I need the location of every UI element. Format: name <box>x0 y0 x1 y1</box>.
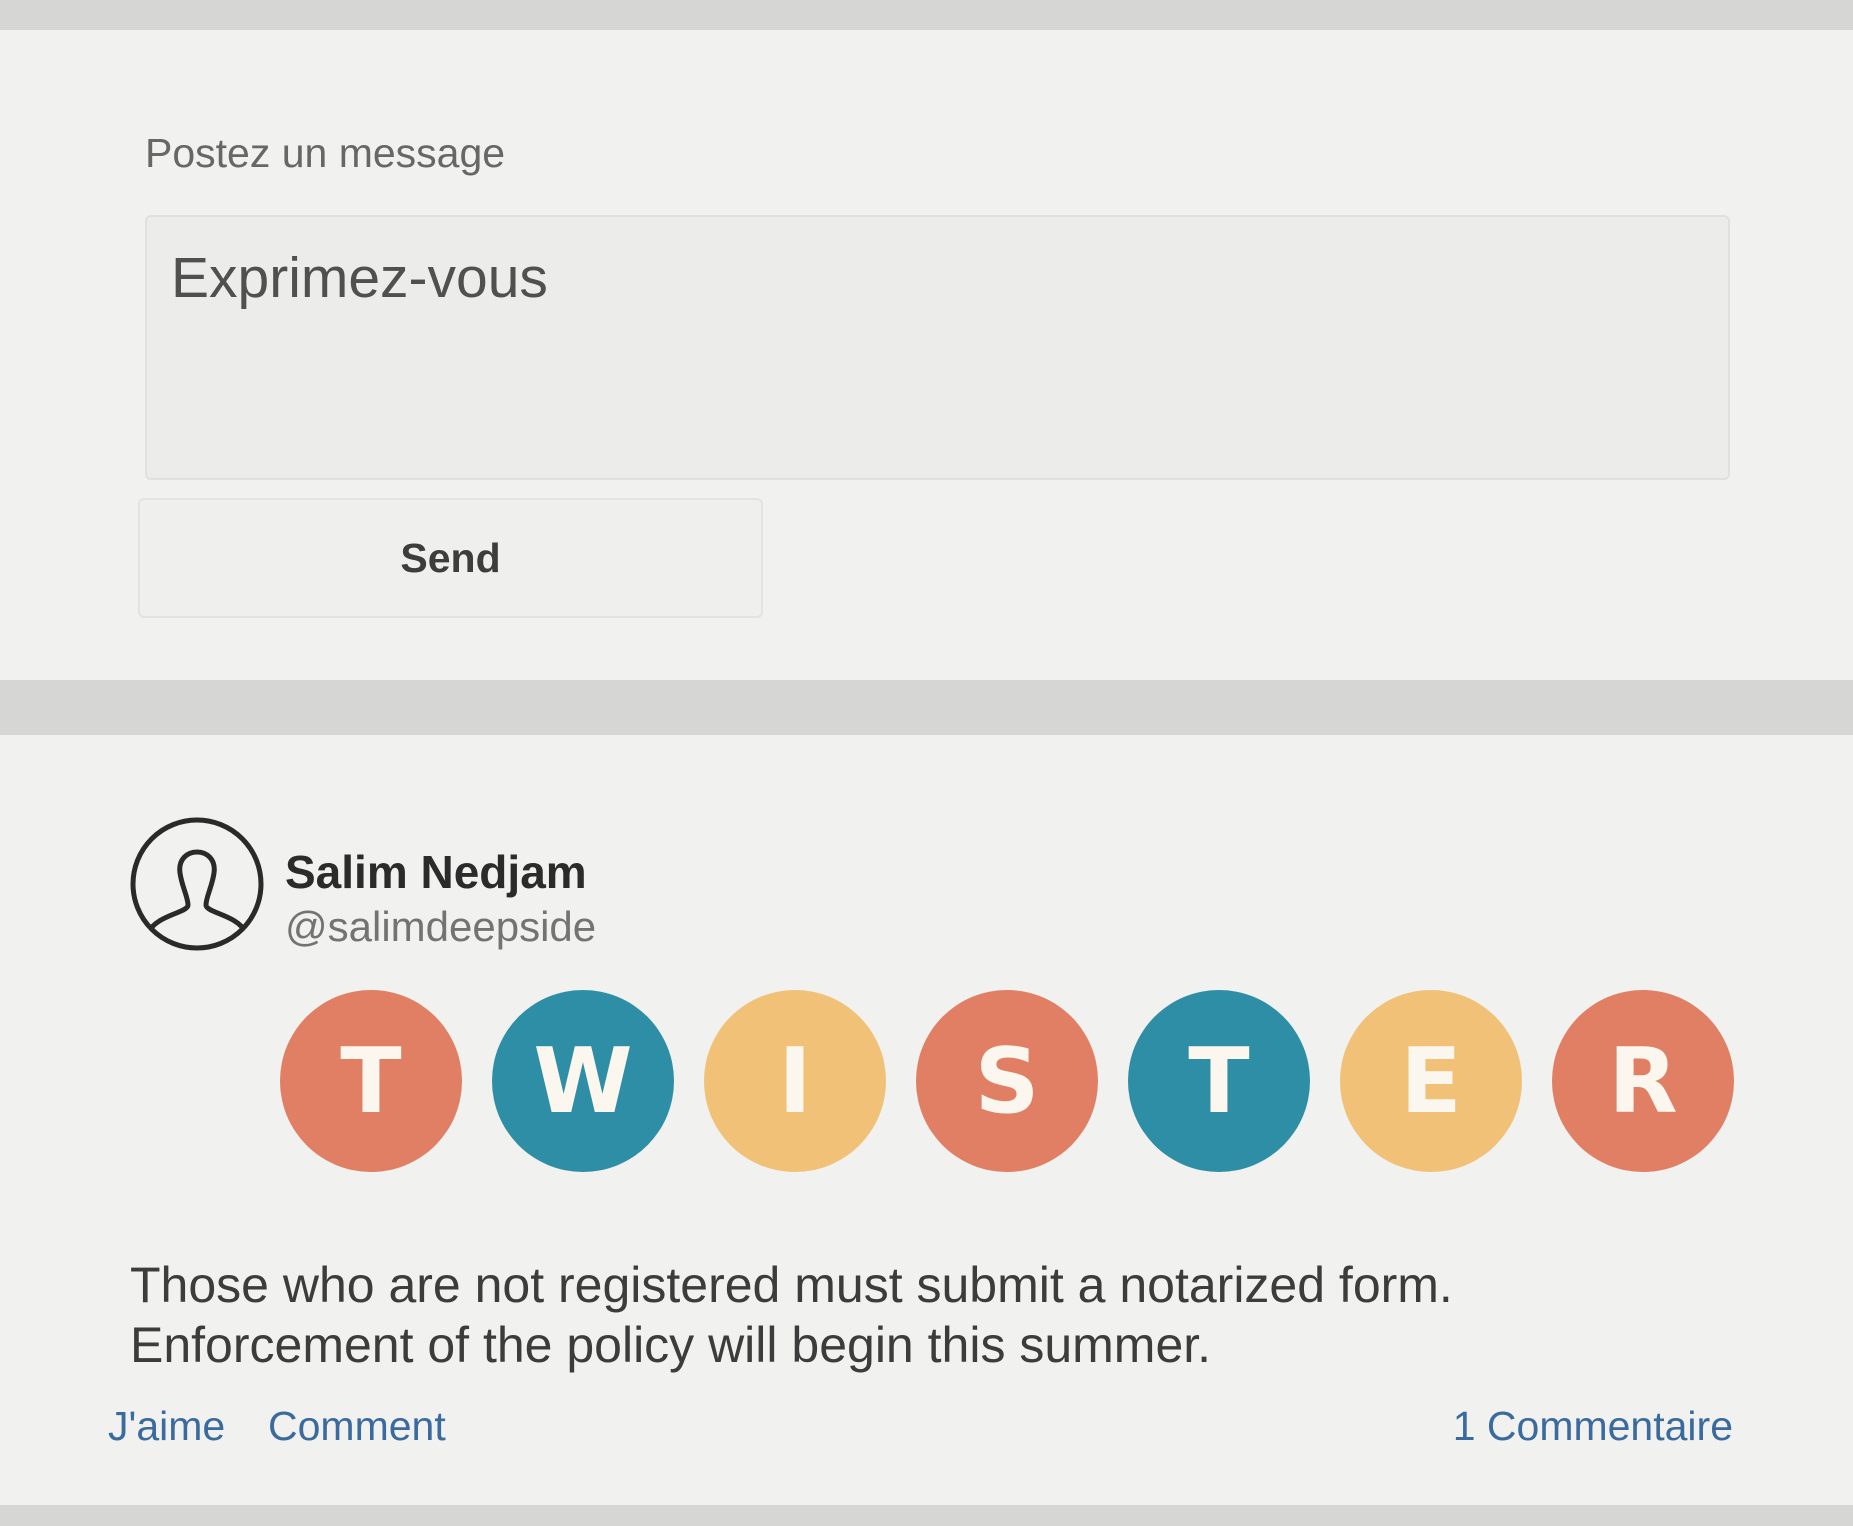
compose-card: Postez un message Send <box>0 30 1853 680</box>
logo-letter: R <box>1552 990 1734 1172</box>
comment-link[interactable]: Comment <box>268 1403 446 1450</box>
twister-logo: T W I S T E R <box>280 980 1740 1180</box>
logo-letter: T <box>1128 990 1310 1172</box>
author-handle[interactable]: @salimdeepside <box>285 903 596 951</box>
logo-letter: I <box>704 990 886 1172</box>
logo-letter: W <box>492 990 674 1172</box>
post-card: Salim Nedjam @salimdeepside T W I S T E … <box>0 735 1853 1505</box>
logo-letter: S <box>916 990 1098 1172</box>
post-text-line: Those who are not registered must submit… <box>130 1257 1453 1313</box>
like-link[interactable]: J'aime <box>108 1403 225 1450</box>
comments-count-link[interactable]: 1 Commentaire <box>1453 1403 1733 1450</box>
post-text: Those who are not registered must submit… <box>130 1255 1730 1375</box>
message-input[interactable] <box>145 215 1730 480</box>
page-divider <box>0 1505 1853 1526</box>
post-text-line: Enforcement of the policy will begin thi… <box>130 1317 1212 1373</box>
send-button[interactable]: Send <box>138 498 763 618</box>
user-icon <box>130 817 264 951</box>
avatar[interactable] <box>128 815 266 953</box>
author-name[interactable]: Salim Nedjam <box>285 845 587 899</box>
compose-title: Postez un message <box>145 130 506 176</box>
logo-letter: T <box>280 990 462 1172</box>
logo-letter: E <box>1340 990 1522 1172</box>
